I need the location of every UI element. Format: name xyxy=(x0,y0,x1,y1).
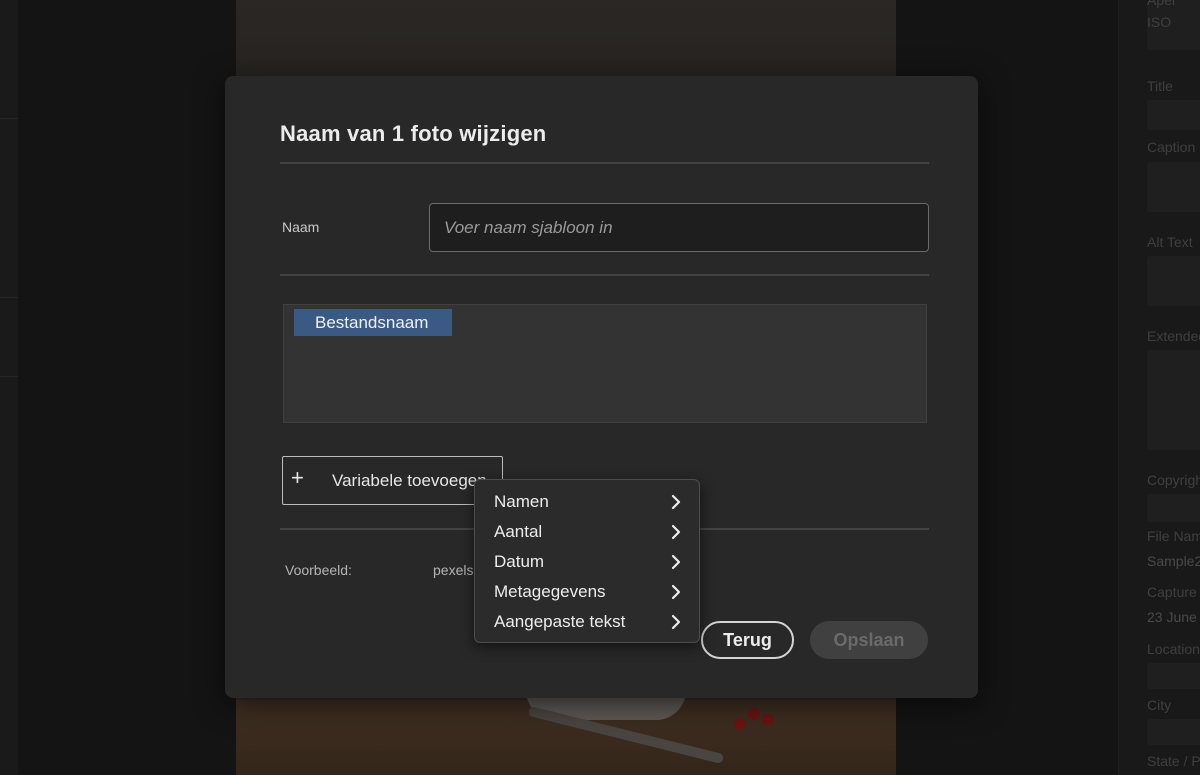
canvas-gutter-left xyxy=(18,0,236,775)
info-label-caption: Caption xyxy=(1147,139,1196,155)
chevron-right-icon xyxy=(671,494,681,510)
menu-item-label: Namen xyxy=(494,492,549,511)
info-label-copyright: Copyright xyxy=(1147,472,1200,488)
chevron-right-icon xyxy=(671,614,681,630)
info-label-capture: Capture xyxy=(1147,584,1197,600)
info-label-city: City xyxy=(1147,697,1172,713)
save-button[interactable]: Opslaan xyxy=(810,621,928,659)
info-label-extended: Extended xyxy=(1147,328,1200,344)
left-panel-divider xyxy=(0,118,18,119)
info-label-title: Title xyxy=(1147,78,1173,94)
extended-field[interactable] xyxy=(1147,350,1200,450)
info-panel: Aper ISO Title Caption Alt Text Extended… xyxy=(1118,0,1200,775)
menu-item-label: Aantal xyxy=(494,522,543,541)
preview-label: Voorbeeld: xyxy=(285,562,352,578)
add-variable-button[interactable]: + Variabele toevoegen xyxy=(282,456,503,505)
photo-berry xyxy=(762,714,774,726)
back-button[interactable]: Terug xyxy=(701,621,794,659)
preview-value: pexels xyxy=(433,562,474,578)
info-label-iso: ISO xyxy=(1147,14,1172,30)
menu-item-aantal[interactable]: Aantal xyxy=(475,517,699,547)
name-label: Naam xyxy=(282,219,320,235)
info-label-state: State / P xyxy=(1147,753,1200,769)
chevron-right-icon xyxy=(671,584,681,600)
info-label-location: Location xyxy=(1147,641,1200,657)
menu-item-label: Datum xyxy=(494,552,545,571)
left-panel-divider xyxy=(0,376,18,377)
filename-token[interactable]: Bestandsnaam xyxy=(294,309,452,336)
title-field[interactable] xyxy=(1147,100,1200,130)
chevron-right-icon xyxy=(671,524,681,540)
left-panel xyxy=(0,0,18,775)
menu-item-metagegevens[interactable]: Metagegevens xyxy=(475,577,699,607)
plus-icon: + xyxy=(291,465,304,490)
menu-item-datum[interactable]: Datum xyxy=(475,547,699,577)
info-label-alt-text: Alt Text xyxy=(1147,234,1193,250)
info-value-file-name: Sample2 xyxy=(1147,553,1200,569)
divider xyxy=(280,274,929,276)
add-variable-label: Variabele toevoegen xyxy=(332,471,487,490)
menu-item-label: Metagegevens xyxy=(494,582,606,601)
name-template-input[interactable] xyxy=(429,203,929,252)
info-label-file-name: File Name xyxy=(1147,528,1200,544)
chevron-right-icon xyxy=(671,554,681,570)
copyright-field[interactable] xyxy=(1147,494,1200,522)
info-value-capture: 23 June xyxy=(1147,609,1197,625)
caption-field[interactable] xyxy=(1147,162,1200,212)
menu-item-label: Aangepaste tekst xyxy=(494,612,626,631)
variable-menu: Namen Aantal Datum Metagegevens Aangepas… xyxy=(474,479,700,643)
info-label-aperture: Aper xyxy=(1147,0,1177,8)
divider xyxy=(280,162,929,164)
dialog-title: Naam van 1 foto wijzigen xyxy=(280,121,547,146)
menu-item-namen[interactable]: Namen xyxy=(475,487,699,517)
photo-berry xyxy=(734,718,746,730)
city-field[interactable] xyxy=(1147,719,1200,745)
left-panel-divider xyxy=(0,297,18,298)
location-field[interactable] xyxy=(1147,663,1200,689)
template-token-area[interactable]: Bestandsnaam xyxy=(283,304,927,423)
photo-berry xyxy=(748,708,760,720)
alt-text-field[interactable] xyxy=(1147,256,1200,306)
menu-item-aangepaste-tekst[interactable]: Aangepaste tekst xyxy=(475,607,699,637)
